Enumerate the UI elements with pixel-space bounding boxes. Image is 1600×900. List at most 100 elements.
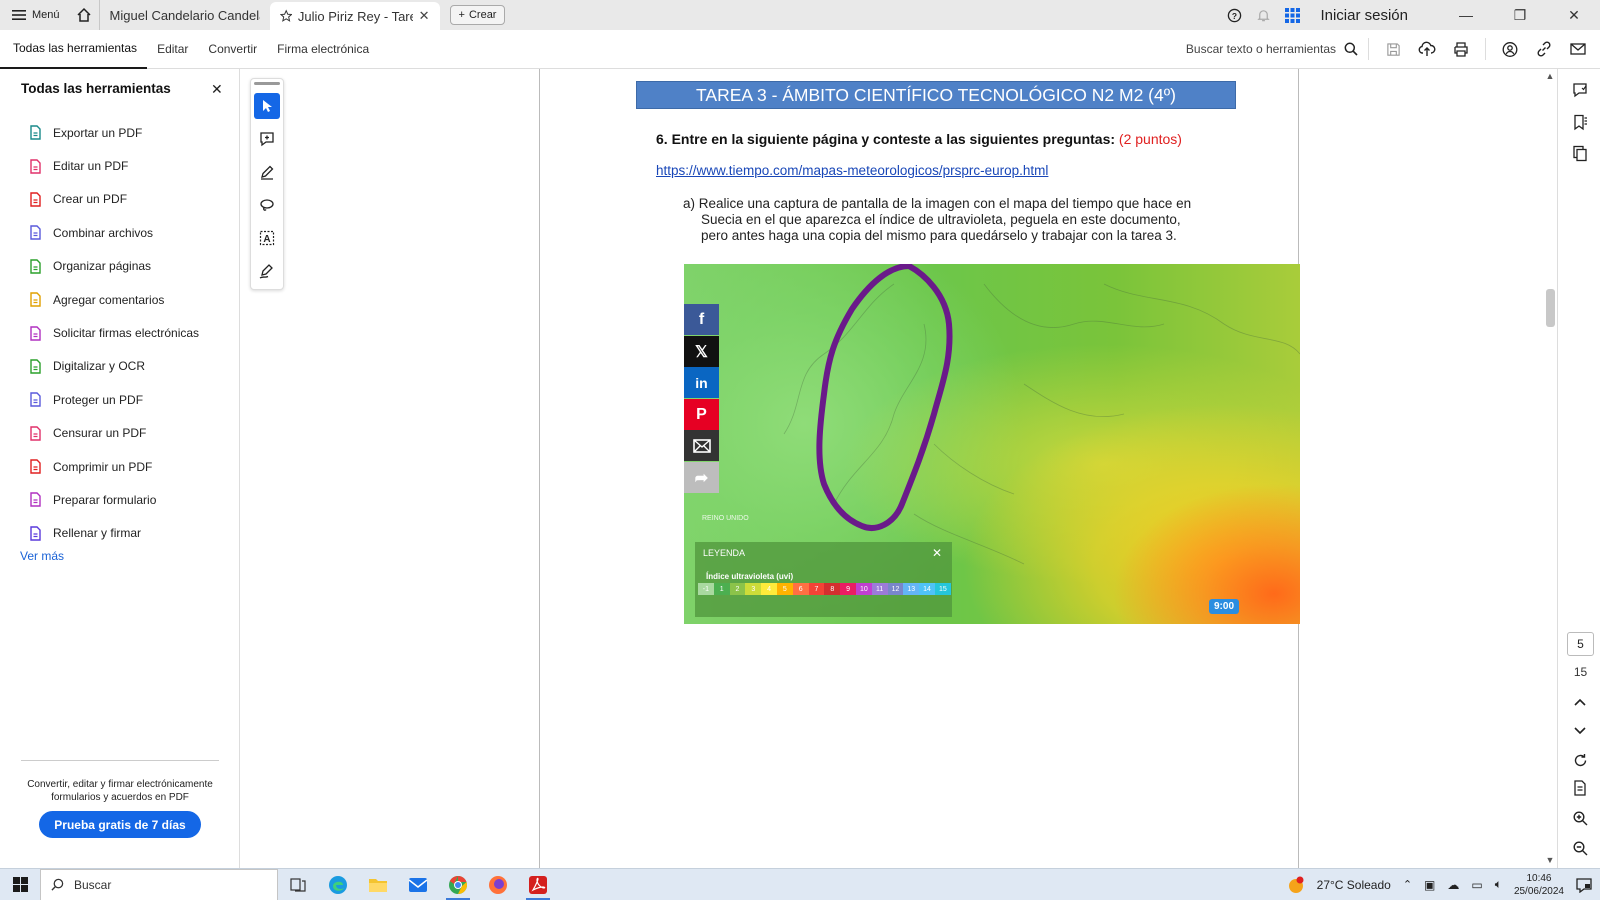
tool-item[interactable]: Proteger un PDF [27,383,199,416]
x-share-button[interactable]: 𝕏 [684,336,719,367]
pages-panel-button[interactable] [1569,142,1591,164]
current-page-input[interactable]: 5 [1567,632,1594,656]
upload-cloud-icon[interactable] [1417,39,1437,59]
link-icon[interactable] [1534,39,1554,59]
scroll-down-arrow-icon[interactable]: ▼ [1543,855,1557,865]
next-page-button[interactable] [1569,720,1591,742]
zoom-out-button[interactable] [1569,837,1591,859]
tool-item[interactable]: Agregar comentarios [27,283,199,316]
network-icon[interactable]: ▭ [1471,878,1482,892]
uv-scale-cell: 3 [745,583,762,595]
tool-item[interactable]: Solicitar firmas electrónicas [27,316,199,349]
tool-item[interactable]: Digitalizar y OCR [27,350,199,383]
tool-item[interactable]: Crear un PDF [27,183,199,216]
tool-item[interactable]: Combinar archivos [27,216,199,249]
acrobat-app[interactable] [518,869,558,900]
legend-close-icon[interactable]: ✕ [932,546,942,560]
clock[interactable]: 10:46 25/06/2024 [1514,872,1564,898]
vertical-scrollbar[interactable]: ▲ ▼ [1543,69,1557,868]
page-properties-button[interactable] [1569,777,1591,799]
help-icon[interactable]: ? [1227,8,1242,23]
previous-page-button[interactable] [1569,691,1591,713]
create-label: Crear [468,9,497,21]
notifications-icon[interactable] [1576,877,1592,893]
home-button[interactable] [70,0,100,30]
tool-item[interactable]: Preparar formulario [27,483,199,516]
see-more-link[interactable]: Ver más [20,549,64,563]
tray-expand-icon[interactable]: ⌃ [1403,878,1412,891]
facebook-share-button[interactable]: f [684,304,719,335]
text-select-tool-button[interactable]: A [254,225,280,251]
volume-icon[interactable]: 🔈︎ [1495,877,1502,892]
tools-search[interactable]: Buscar texto o herramientas [1186,38,1369,60]
comments-panel-button[interactable] [1569,79,1591,101]
bookmarks-panel-button[interactable] [1569,111,1591,133]
tab-julio[interactable]: Julio Piriz Rey - Tare... ✕ [269,2,440,30]
star-icon[interactable] [279,9,292,23]
bell-icon[interactable] [1256,8,1271,23]
mail-app[interactable] [398,869,438,900]
sign-tool-button[interactable] [254,258,280,284]
document-icon [1573,780,1586,796]
window-close-icon[interactable]: ✕ [1554,7,1594,24]
weather-text[interactable]: 27°C Soleado [1317,878,1391,892]
pinterest-share-button[interactable]: P [684,399,719,430]
rail-drag-handle[interactable] [254,82,280,85]
draw-tool-button[interactable] [254,159,280,185]
file-explorer-app[interactable] [358,869,398,900]
email-share-button[interactable] [684,430,719,461]
email-icon[interactable] [1568,39,1588,59]
print-icon[interactable] [1451,39,1471,59]
total-pages: 15 [1573,665,1588,679]
minimize-icon[interactable]: — [1446,7,1486,23]
menu-button[interactable]: Menú [0,0,70,30]
close-tab-icon[interactable]: ✕ [419,8,430,24]
comment-tool-button[interactable] [254,126,280,152]
edge-app[interactable] [318,869,358,900]
refresh-button[interactable] [1569,749,1591,771]
start-button[interactable] [0,869,40,900]
scan-ocr-icon [27,358,43,374]
linkedin-share-button[interactable]: in [684,367,719,398]
restore-icon[interactable]: ❐ [1500,7,1540,24]
uv-scale-cell: 8 [824,583,841,595]
tool-item[interactable]: Exportar un PDF [27,116,199,149]
firefox-app[interactable] [478,869,518,900]
create-button[interactable]: + Crear [449,5,506,25]
share-user-icon[interactable] [1500,39,1520,59]
scroll-up-arrow-icon[interactable]: ▲ [1543,71,1557,81]
tab-miguel[interactable]: Miguel Candelario Candela... [100,0,270,30]
app-toolbar: Todas las herramientas Editar Convertir … [0,30,1600,69]
tool-item[interactable]: Comprimir un PDF [27,450,199,483]
taskbar-search[interactable]: Buscar [40,868,278,900]
tool-item[interactable]: Rellenar y firmar [27,517,199,550]
scroll-thumb[interactable] [1546,289,1555,327]
zoom-in-button[interactable] [1569,807,1591,829]
tool-item[interactable]: Censurar un PDF [27,417,199,450]
search-icon [51,878,64,891]
share-more-button[interactable]: ➦ [684,462,719,493]
weather-sun-icon[interactable] [1287,876,1305,894]
weather-map-link[interactable]: https://www.tiempo.com/mapas-meteorologi… [656,163,1048,178]
tool-item[interactable]: Organizar páginas [27,250,199,283]
free-trial-button[interactable]: Prueba gratis de 7 días [39,811,201,838]
select-tool-button[interactable] [254,93,280,119]
save-icon[interactable] [1383,39,1403,59]
map-time-badge[interactable]: 9:00 [1209,599,1239,614]
apps-grid-icon[interactable] [1285,7,1301,23]
chrome-app[interactable] [438,869,478,900]
tool-item[interactable]: Editar un PDF [27,149,199,182]
menu-convert[interactable]: Convertir [198,30,267,69]
document-viewport[interactable]: TAREA 3 - ÁMBITO CIENTÍFICO TECNOLÓGICO … [240,69,1552,868]
refresh-icon [1574,753,1586,766]
task-view-button[interactable] [278,869,318,900]
onedrive-icon[interactable]: ☁ [1447,878,1459,892]
menu-edit[interactable]: Editar [147,30,198,69]
menu-esign[interactable]: Firma electrónica [267,30,379,69]
panel-close-icon[interactable]: ✕ [211,81,223,98]
menu-all-tools[interactable]: Todas las herramientas [0,30,148,69]
clock-time: 10:46 [1526,872,1552,884]
freeform-tool-button[interactable] [254,192,280,218]
tray-app-icon[interactable]: ▣ [1424,878,1435,892]
signin-link[interactable]: Iniciar sesión [1320,7,1408,24]
